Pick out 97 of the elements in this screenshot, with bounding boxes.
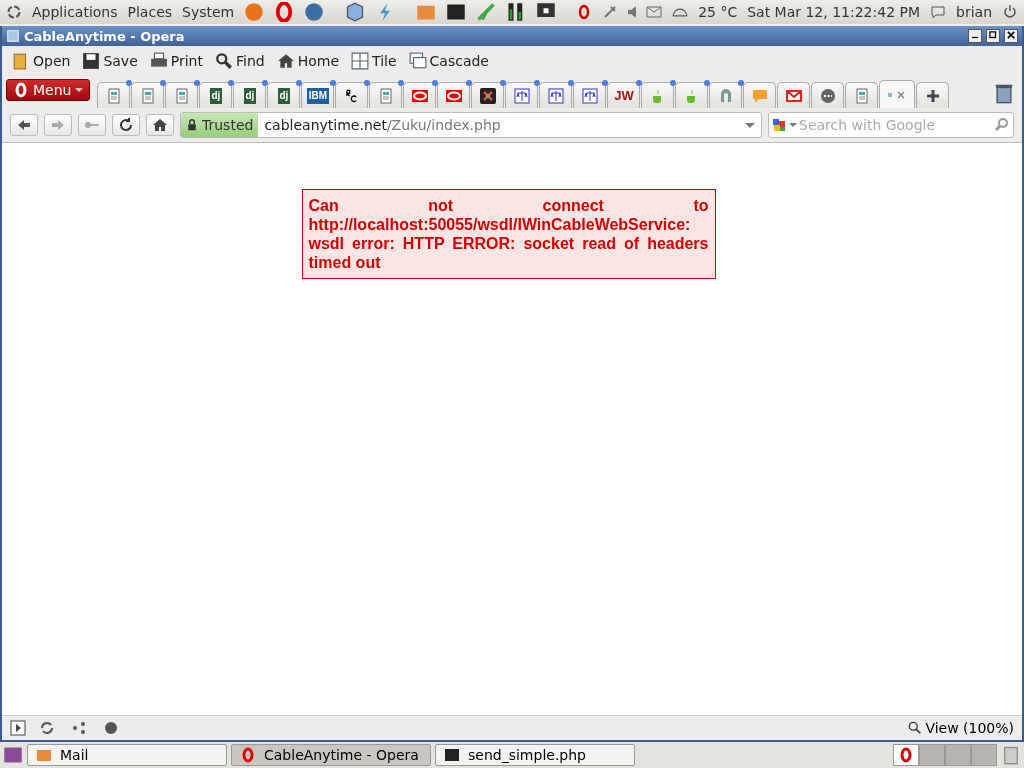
plug-icon	[602, 4, 619, 20]
home-icon	[276, 52, 295, 70]
weather-icon	[672, 7, 689, 17]
restore-button[interactable]	[986, 29, 1000, 43]
opera-icon	[13, 82, 29, 98]
volume-icon	[628, 6, 637, 18]
caret-icon	[75, 88, 84, 92]
browser-tab[interactable]: dj	[199, 82, 233, 108]
window-title: CableAnytime - Opera	[24, 28, 185, 44]
grid-icon	[351, 52, 370, 70]
close-icon	[1006, 30, 1016, 40]
logo-icon: dj	[277, 87, 291, 104]
ubuntu-logo-icon	[6, 4, 22, 20]
zoom-icon	[908, 721, 923, 735]
search-icon	[215, 52, 233, 70]
opera-icon	[274, 2, 295, 22]
loading-icon	[887, 92, 892, 97]
scale-icon	[581, 87, 598, 104]
user-name[interactable]: brian	[956, 4, 992, 20]
toolbar-button[interactable]: Print	[149, 52, 203, 70]
logo-icon: IBM	[306, 87, 330, 104]
toolbar-button[interactable]: Open	[12, 52, 71, 70]
caret-icon	[789, 123, 797, 127]
trash-icon	[993, 82, 1015, 104]
reload-button[interactable]	[112, 114, 140, 136]
url-text: cableanytime.net/Zuku/index.php	[263, 117, 502, 133]
window-icon	[6, 29, 20, 43]
floppy-icon	[82, 52, 101, 70]
browser-tab[interactable]: IBM	[301, 82, 335, 108]
toolbar-button[interactable]: Find	[215, 52, 265, 70]
restore-icon	[988, 30, 998, 40]
page-icon	[105, 87, 122, 104]
plus-icon	[924, 87, 941, 104]
close-button[interactable]	[1004, 29, 1018, 43]
cube-icon	[344, 2, 365, 22]
toolbar-button[interactable]: Save	[82, 52, 138, 70]
home-button[interactable]	[146, 114, 174, 136]
panel-menu[interactable]: Applications	[32, 4, 118, 20]
terminal-icon	[444, 747, 460, 763]
browser-tab[interactable]	[335, 82, 369, 108]
toolbar-button[interactable]: Tile	[351, 52, 397, 70]
panel-menu[interactable]: System	[182, 4, 235, 20]
page-icon	[377, 87, 394, 104]
browser-tab[interactable]: dj	[233, 82, 267, 108]
windows-icon	[408, 52, 427, 70]
opera-icon	[240, 747, 256, 763]
folder-icon	[36, 747, 52, 763]
letters-icon	[345, 88, 358, 103]
toolbar-button[interactable]: Home	[276, 52, 340, 70]
envelope-icon	[646, 4, 663, 20]
power-icon	[1002, 4, 1018, 20]
dropdown-icon	[745, 122, 755, 128]
page-icon	[139, 87, 156, 104]
trash-icon	[1001, 745, 1021, 765]
page-icon	[853, 87, 870, 104]
scale-icon	[547, 87, 564, 104]
taskbar-item[interactable]: Mail	[27, 744, 227, 766]
taskbar-item[interactable]: CableAnytime - Opera	[231, 744, 431, 766]
error-message: Can not connect to http://localhost:50055/wsdl/IWinCableWebService: wsdl error: HTTP ERROR: socket read of headers timed out	[301, 189, 716, 279]
panel-menu[interactable]: Places	[127, 4, 173, 20]
search-box[interactable]: Search with Google	[768, 112, 1014, 138]
clock[interactable]: Sat Mar 12, 11:22:42 PM	[747, 4, 921, 20]
chat-bubble-icon	[751, 87, 768, 104]
logo-icon: dj	[243, 87, 257, 104]
browser-tab[interactable]	[471, 82, 505, 108]
logo-icon: dj	[209, 87, 223, 104]
desktop-icon	[3, 745, 23, 765]
home-icon	[152, 117, 168, 133]
page-icon	[173, 87, 190, 104]
back-arrow-icon	[16, 117, 32, 133]
workspace-switcher[interactable]	[893, 744, 997, 766]
taskbar-item[interactable]: send_simple.php	[435, 744, 635, 766]
envelope-icon	[785, 87, 802, 104]
panel-toggle-icon	[10, 720, 26, 736]
security-badge[interactable]: Trusted	[181, 113, 259, 137]
opera-icon	[898, 747, 914, 763]
temperature-text: 25 °C	[698, 4, 738, 20]
dots-icon	[819, 87, 836, 104]
minimize-button[interactable]	[968, 29, 982, 43]
logo-icon: JW	[614, 88, 634, 103]
menu-button[interactable]: Menu	[6, 79, 91, 101]
security-label: Trusted	[202, 117, 254, 133]
new-tab-button[interactable]	[916, 82, 950, 108]
lock-icon	[186, 118, 198, 132]
chat-icon	[930, 4, 947, 20]
address-field[interactable]: Trusted cableanytime.net/Zuku/index.php	[180, 112, 762, 138]
terminal-icon	[445, 2, 466, 22]
toolbar-button[interactable]: Cascade	[408, 52, 489, 70]
back-button[interactable]	[10, 114, 38, 136]
zoom-button[interactable]: View (100%)	[908, 720, 1014, 736]
scale-icon	[513, 87, 530, 104]
forward-arrow-icon	[50, 117, 66, 133]
browser-tab[interactable]: JW	[607, 82, 641, 108]
printer-icon	[149, 52, 168, 70]
puzzle-icon	[479, 87, 496, 104]
reload-icon	[118, 117, 134, 133]
browser-tab[interactable]: dj	[267, 82, 301, 108]
